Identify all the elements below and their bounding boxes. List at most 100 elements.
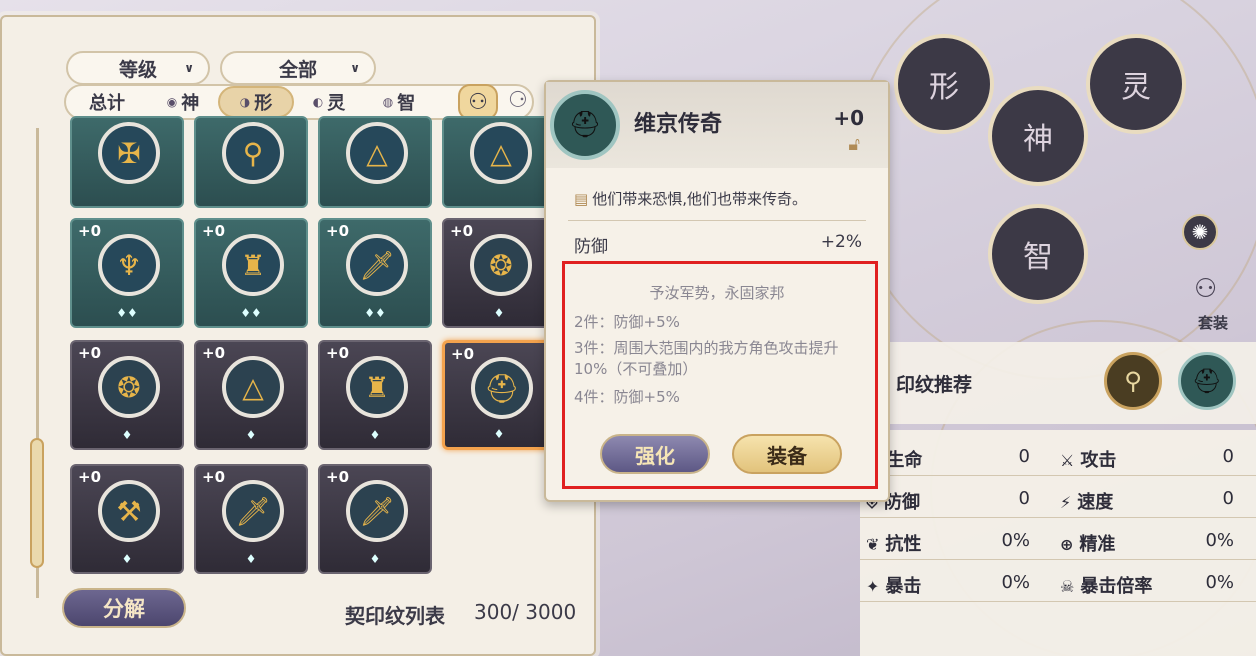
- shen-icon: ◉: [166, 95, 178, 109]
- zhi-icon: ◍: [382, 95, 394, 109]
- seal-card[interactable]: +0 ⛑ ♦: [442, 340, 556, 450]
- tab-shen[interactable]: ◉ 神: [148, 86, 218, 118]
- seal-card[interactable]: +0 ♜ ♦♦: [194, 218, 308, 328]
- stat-value: 0: [1018, 488, 1030, 509]
- seal-rarity: ♦: [121, 552, 133, 566]
- stat-name-text: 攻击: [1080, 450, 1117, 471]
- recommend-spear-icon[interactable]: ⚲: [1104, 352, 1162, 410]
- seal-card[interactable]: +0 △ ♦: [194, 340, 308, 450]
- set-filter-button[interactable]: ⚇: [458, 84, 498, 120]
- seal-emblem-icon: 🗡︎: [346, 234, 408, 296]
- stat-name: ☠ 暴击倍率: [1060, 572, 1152, 598]
- seal-rarity: ♦: [245, 552, 257, 566]
- wheel-ling[interactable]: 灵: [1086, 34, 1186, 134]
- seal-emblem-icon: ✠: [98, 122, 160, 184]
- seal-emblem-icon: 🗡︎: [222, 480, 284, 542]
- seal-card[interactable]: +0 ♜ ♦: [318, 340, 432, 450]
- stat-name-text: 暴击倍率: [1080, 576, 1153, 597]
- seal-rarity: ♦: [121, 428, 133, 442]
- seal-emblem-icon: ♆: [98, 234, 160, 296]
- stat-icon: ✦: [866, 577, 880, 596]
- seal-emblem-icon: △: [346, 122, 408, 184]
- recommend-title: 印纹推荐: [896, 374, 973, 396]
- seal-emblem-icon: ❂: [470, 234, 532, 296]
- stat-value: 0: [1222, 488, 1234, 509]
- seal-detail-popup: ⛑ 维京传奇 +0 🔓︎ ▤ 他们带来恐惧,他们也带来传奇。 防御 +2% 予汝军…: [544, 80, 890, 502]
- tab-xing[interactable]: ◑ 形: [218, 86, 294, 118]
- set-name: 予汝军势，永固家邦: [649, 284, 785, 302]
- suit-label[interactable]: 套装: [1198, 312, 1228, 333]
- seal-level: +0: [78, 344, 102, 362]
- seal-level: +0: [326, 344, 350, 362]
- seal-card[interactable]: ⚲: [194, 116, 308, 208]
- seal-rarity: ♦: [369, 428, 381, 442]
- stat-icon: ⊕: [1060, 535, 1074, 554]
- seal-rarity: ♦♦: [240, 306, 262, 320]
- seal-card[interactable]: +0 ❂ ♦: [442, 218, 556, 328]
- category-dropdown[interactable]: 全部 ∨: [220, 51, 376, 85]
- stat-name: ⚡ 速度: [1060, 488, 1113, 514]
- tab-label: 神: [181, 93, 200, 114]
- stat-name: ❦ 抗性: [866, 530, 921, 556]
- stat-value: 0%: [1001, 530, 1030, 551]
- seal-card[interactable]: +0 ♆ ♦♦: [70, 218, 184, 328]
- seal-card[interactable]: +0 🗡︎ ♦: [194, 464, 308, 574]
- sort-dropdown[interactable]: 等级 ∨: [66, 51, 210, 85]
- set-filter-alt-button[interactable]: ⚆: [508, 88, 528, 113]
- seal-card[interactable]: +0 🗡︎ ♦♦: [318, 218, 432, 328]
- stat-icon: ☠: [1060, 577, 1075, 596]
- seal-rarity: ♦♦: [364, 306, 386, 320]
- stat-name-text: 暴击: [885, 576, 922, 597]
- strengthen-button[interactable]: 强化: [600, 434, 710, 474]
- wheel-xing[interactable]: 形: [894, 34, 994, 134]
- seal-card[interactable]: +0 🗡︎ ♦: [318, 464, 432, 574]
- divider: [568, 262, 866, 263]
- chevron-down-icon: ∨: [184, 61, 194, 75]
- seal-level: +0: [202, 344, 226, 362]
- seal-level: +0: [451, 345, 475, 363]
- sun-icon[interactable]: ✺: [1182, 214, 1218, 250]
- suit-icon[interactable]: ⚇: [1194, 274, 1217, 304]
- seal-list-label: 契印纹列表: [345, 604, 445, 628]
- seal-level: +0: [78, 468, 102, 486]
- stat-row: ✦ 暴击 0% ☠ 暴击倍率 0%: [860, 562, 1256, 602]
- stat-icon: ⚡: [1060, 493, 1072, 512]
- decompose-button[interactable]: 分解: [62, 588, 186, 628]
- tab-label: 形: [254, 93, 273, 114]
- tab-label: 灵: [327, 93, 346, 114]
- stat-value: 0%: [1205, 572, 1234, 593]
- seal-card[interactable]: △: [318, 116, 432, 208]
- stat-value: 0%: [1205, 530, 1234, 551]
- seal-level: +0: [450, 222, 474, 240]
- type-wheel: 形 灵 神 智: [890, 20, 1190, 310]
- tab-zhi[interactable]: ◍ 智: [364, 86, 434, 118]
- chevron-down-icon: ∨: [350, 61, 360, 75]
- seal-card[interactable]: +0 ❂ ♦: [70, 340, 184, 450]
- recommend-helmet-icon[interactable]: ⛑: [1178, 352, 1236, 410]
- tab-total[interactable]: 总计: [66, 86, 148, 118]
- seal-card[interactable]: ✠: [70, 116, 184, 208]
- stat-value: 0: [1222, 446, 1234, 467]
- stat-name: ⊕ 精准: [1060, 530, 1115, 556]
- scroll-thumb[interactable]: [30, 438, 44, 568]
- main-stat-name: 防御: [574, 237, 608, 257]
- seal-level: +0: [202, 468, 226, 486]
- seal-emblem-icon: ♜: [222, 234, 284, 296]
- seal-rarity: ♦♦: [116, 306, 138, 320]
- stat-value: 0%: [1001, 572, 1030, 593]
- wheel-zhi[interactable]: 智: [988, 204, 1088, 304]
- seal-card[interactable]: △: [442, 116, 556, 208]
- lock-icon[interactable]: 🔓︎: [848, 134, 860, 155]
- seal-emblem-icon: ⛑: [471, 357, 533, 419]
- seal-quote-text: 他们带来恐惧,他们也带来传奇。: [592, 190, 807, 208]
- inventory-scrollbar[interactable]: [30, 128, 44, 598]
- equip-button[interactable]: 装备: [732, 434, 842, 474]
- xing-icon: ◑: [239, 95, 251, 109]
- seal-card[interactable]: +0 ⚒ ♦: [70, 464, 184, 574]
- stat-name-text: 精准: [1079, 534, 1116, 555]
- seal-emblem-icon: 🗡︎: [346, 480, 408, 542]
- tab-ling[interactable]: ◐ 灵: [294, 86, 364, 118]
- stat-name-text: 速度: [1077, 492, 1114, 513]
- seal-level: +0: [78, 222, 102, 240]
- wheel-shen[interactable]: 神: [988, 86, 1088, 186]
